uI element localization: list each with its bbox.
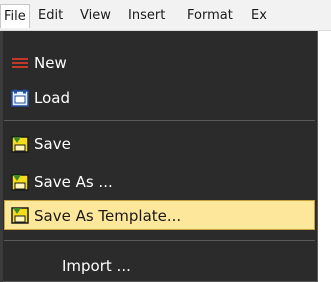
- save-template-icon: [11, 206, 29, 224]
- menu-item-new[interactable]: New: [4, 48, 315, 78]
- save-as-icon: [11, 173, 29, 191]
- menu-item-save[interactable]: Save: [4, 129, 315, 159]
- new-lines-icon: [11, 54, 29, 72]
- menu-item-label: Save: [34, 135, 71, 153]
- menu-insert[interactable]: Insert: [128, 5, 165, 27]
- menu-bar: File Edit View Insert Format Ex: [0, 0, 331, 31]
- menu-item-save-as-template[interactable]: Save As Template...: [4, 200, 315, 230]
- menu-item-label: New: [34, 54, 67, 72]
- menu-extra-truncated[interactable]: Ex: [251, 5, 267, 27]
- menu-item-save-as[interactable]: Save As ...: [4, 167, 315, 197]
- dropdown-left-edge: [0, 31, 3, 282]
- background-strip: [318, 31, 331, 282]
- menu-item-label: Load: [34, 89, 70, 107]
- menu-item-import[interactable]: Import ...: [4, 251, 315, 281]
- menu-view[interactable]: View: [80, 5, 111, 27]
- menu-item-label: Save As Template...: [34, 207, 182, 225]
- menu-item-label: Import ...: [62, 257, 131, 275]
- menu-file[interactable]: File: [0, 4, 30, 28]
- menu-separator: [4, 120, 315, 121]
- menu-item-load[interactable]: Load: [4, 83, 315, 113]
- menu-edit[interactable]: Edit: [38, 5, 63, 27]
- menu-item-label: Save As ...: [34, 173, 113, 191]
- menu-format[interactable]: Format: [187, 5, 233, 27]
- menu-separator: [4, 240, 315, 241]
- save-icon: [11, 135, 29, 153]
- load-folder-icon: [11, 89, 29, 107]
